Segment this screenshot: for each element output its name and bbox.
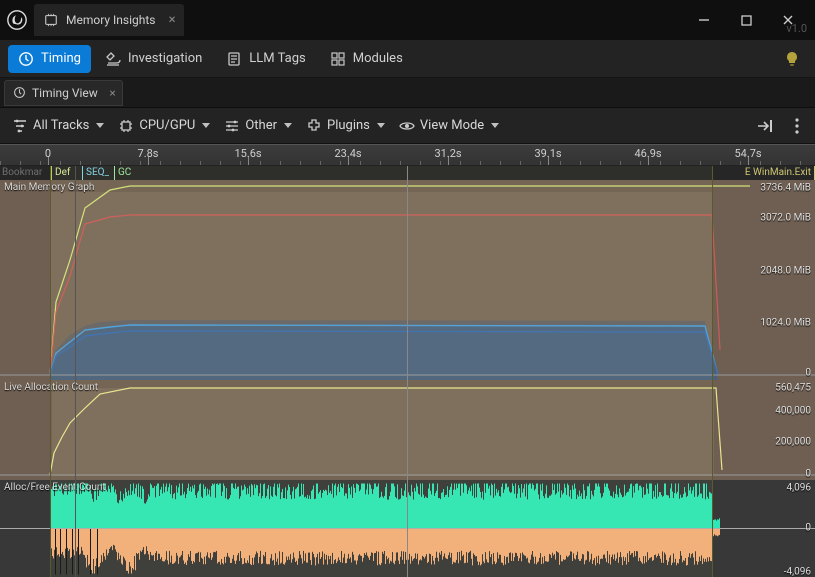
filter-icon <box>12 118 28 134</box>
maximize-button[interactable] <box>725 5 767 35</box>
timing-view-tab[interactable]: Timing View × <box>4 80 123 106</box>
sub-tab-bar: Timing View × <box>0 78 815 108</box>
app-tab-title: Memory Insights <box>66 13 156 27</box>
y-axis-label: 3072.0 MiB <box>760 213 811 224</box>
ruler-tick-label: 31.2s <box>434 147 461 160</box>
investigation-label: Investigation <box>128 51 202 66</box>
investigation-tab-button[interactable]: Investigation <box>95 45 212 73</box>
sliders-icon <box>224 118 240 134</box>
main-toolbar: Timing Investigation LLM Tags Modules <box>0 40 815 78</box>
cpu-gpu-label: CPU/GPU <box>139 118 195 133</box>
chevron-down-icon <box>284 123 292 128</box>
y-axis-label: 1024.0 MiB <box>760 318 811 329</box>
ruler-tick-label: 15.6s <box>234 147 261 160</box>
all-tracks-label: All Tracks <box>33 118 89 133</box>
more-options-button[interactable] <box>785 114 809 138</box>
all-tracks-dropdown[interactable]: All Tracks <box>6 112 108 140</box>
y-axis-label: 400,000 <box>775 406 811 417</box>
panel-title: Alloc/Free Event Count <box>4 482 106 493</box>
cpu-gpu-dropdown[interactable]: CPU/GPU <box>112 112 214 140</box>
hints-bulb-icon[interactable] <box>777 44 807 74</box>
y-axis-label: 200,000 <box>775 437 811 448</box>
modules-label: Modules <box>353 51 403 66</box>
y-axis-label: 560,475 <box>775 383 811 394</box>
view-mode-label: View Mode <box>420 118 484 133</box>
timing-tab-button[interactable]: Timing <box>8 45 91 73</box>
titlebar: Memory Insights × v1.0 <box>0 0 815 40</box>
cpu-icon <box>118 118 134 134</box>
y-axis-label: 0 <box>805 523 811 534</box>
clock-icon <box>13 86 26 99</box>
other-label: Other <box>245 118 277 133</box>
unreal-logo-icon <box>4 7 30 33</box>
app-tab[interactable]: Memory Insights × <box>34 4 184 36</box>
close-tab-icon[interactable]: × <box>169 13 176 28</box>
dock-right-button[interactable] <box>753 114 777 138</box>
notes-icon <box>226 51 242 67</box>
modules-tab-button[interactable]: Modules <box>320 45 413 73</box>
y-axis-label: 0 <box>805 368 811 379</box>
plugins-label: Plugins <box>327 118 370 133</box>
bookmark-exit[interactable]: E WinMain.Exit <box>713 166 815 180</box>
plugin-icon <box>306 118 322 134</box>
ruler-tick-label: 54.7s <box>734 147 761 160</box>
timing-viewport[interactable]: 0 7.8s 15.6s 23.4s 31.2s 39.1s 46.9s 54.7s Book… <box>0 144 815 577</box>
y-axis-label: 0 <box>805 469 811 480</box>
y-axis-label: 2048.0 MiB <box>760 266 811 277</box>
chevron-down-icon <box>96 123 104 128</box>
bookmarks-row-label: Bookmar <box>2 167 42 178</box>
chevron-down-icon <box>377 123 385 128</box>
memory-insights-icon <box>44 13 58 27</box>
timing-view-label: Timing View <box>32 86 98 100</box>
y-axis-label: 3736.4 MiB <box>760 183 811 194</box>
panel-title: Live Allocation Count <box>4 382 98 393</box>
ruler-tick-label: 7.8s <box>138 147 159 160</box>
other-dropdown[interactable]: Other <box>218 112 296 140</box>
timing-label: Timing <box>41 51 81 66</box>
plugins-dropdown[interactable]: Plugins <box>300 112 389 140</box>
llm-tags-tab-button[interactable]: LLM Tags <box>216 45 315 73</box>
eye-icon <box>399 118 415 134</box>
minimize-button[interactable] <box>683 5 725 35</box>
ruler-tick-label: 46.9s <box>634 147 661 160</box>
clock-icon <box>18 51 34 67</box>
chevron-down-icon <box>491 123 499 128</box>
close-tab-icon[interactable]: × <box>109 86 115 100</box>
ruler-tick-label: 23.4s <box>334 147 361 160</box>
view-mode-dropdown[interactable]: View Mode <box>393 112 503 140</box>
ruler-tick-label: 39.1s <box>534 147 561 160</box>
version-label: v1.0 <box>786 22 807 35</box>
modules-icon <box>330 51 346 67</box>
y-axis-label: 4,096 <box>787 483 811 494</box>
ruler-tick-label: 0 <box>45 147 51 160</box>
y-axis-label: -4,096 <box>784 567 811 577</box>
microscope-icon <box>105 51 121 67</box>
time-ruler[interactable]: 0 7.8s 15.6s 23.4s 31.2s 39.1s 46.9s 54.7s <box>0 144 815 166</box>
track-toolbar: All Tracks CPU/GPU Other Plugins View Mo… <box>0 108 815 144</box>
chevron-down-icon <box>202 123 210 128</box>
llm-tags-label: LLM Tags <box>249 51 305 66</box>
